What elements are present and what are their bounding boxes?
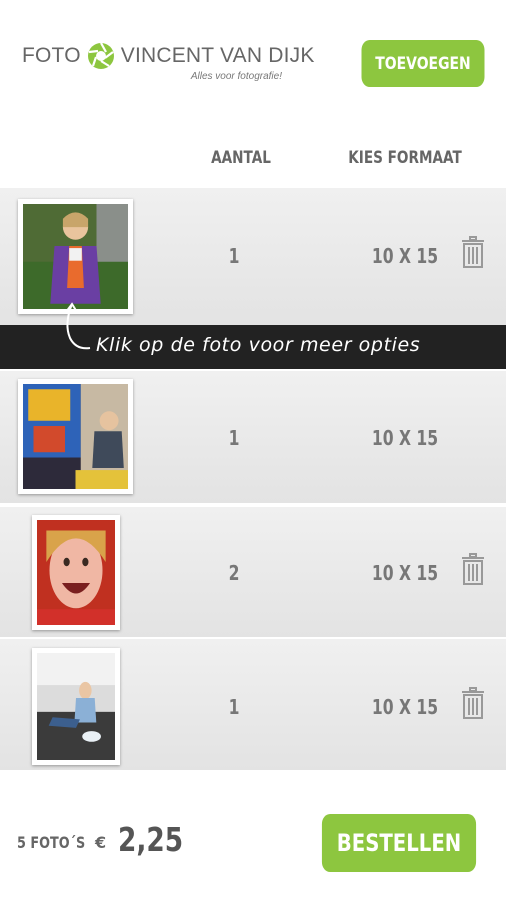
trash-icon[interactable] (461, 553, 485, 585)
format-value[interactable]: 10 X 15 (354, 426, 455, 450)
logo-tagline: Alles voor fotografie! (190, 71, 282, 82)
quantity-value[interactable]: 1 (204, 695, 263, 719)
quantity-value[interactable]: 2 (204, 561, 263, 585)
header: FOTO VINCENT VAN DIJK Alles voor fotogra… (0, 0, 506, 168)
logo: FOTO VINCENT VAN DIJK Alles voor fotogra… (22, 42, 314, 87)
logo-text-name: VINCENT VAN DIJK (120, 44, 315, 67)
photo-thumbnail[interactable] (32, 648, 120, 765)
photo-row: 1 10 X 15 (0, 639, 506, 770)
trash-icon[interactable] (461, 687, 485, 719)
photo-row: 1 10 X 15 (0, 371, 506, 503)
photo-image (23, 384, 128, 489)
format-value[interactable]: 10 X 15 (354, 561, 455, 585)
logo-text-foto: FOTO (22, 44, 81, 67)
format-value[interactable]: 10 X 15 (354, 244, 455, 268)
order-button[interactable]: BESTELLEN (321, 814, 477, 872)
quantity-value[interactable]: 1 (204, 426, 263, 450)
photo-thumbnail[interactable] (18, 379, 133, 494)
add-button[interactable]: TOEVOEGEN (361, 40, 485, 87)
aperture-logo-icon (87, 42, 114, 69)
column-header-quantity: AANTAL (211, 148, 271, 168)
photo-image (37, 520, 115, 625)
trash-icon[interactable] (461, 236, 485, 268)
currency-symbol: € (95, 833, 107, 852)
photo-count: 5 FOTO´S (17, 833, 86, 852)
photo-image (23, 204, 128, 309)
hint-text: Klik op de foto voor meer opties (96, 334, 421, 356)
photo-thumbnail[interactable] (18, 199, 133, 314)
logo-wordmark: FOTO VINCENT VAN DIJK (22, 42, 315, 70)
photo-thumbnail[interactable] (32, 515, 120, 630)
photo-image (37, 653, 115, 760)
format-value[interactable]: 10 X 15 (354, 695, 455, 719)
total-price: 2,25 (118, 820, 184, 859)
photo-row: 2 10 X 15 (0, 507, 506, 637)
column-header-format: KIES FORMAAT (348, 148, 462, 168)
curved-arrow-icon (65, 302, 91, 350)
quantity-value[interactable]: 1 (204, 244, 263, 268)
footer: 5 FOTO´S € 2,25 BESTELLEN (0, 795, 506, 900)
